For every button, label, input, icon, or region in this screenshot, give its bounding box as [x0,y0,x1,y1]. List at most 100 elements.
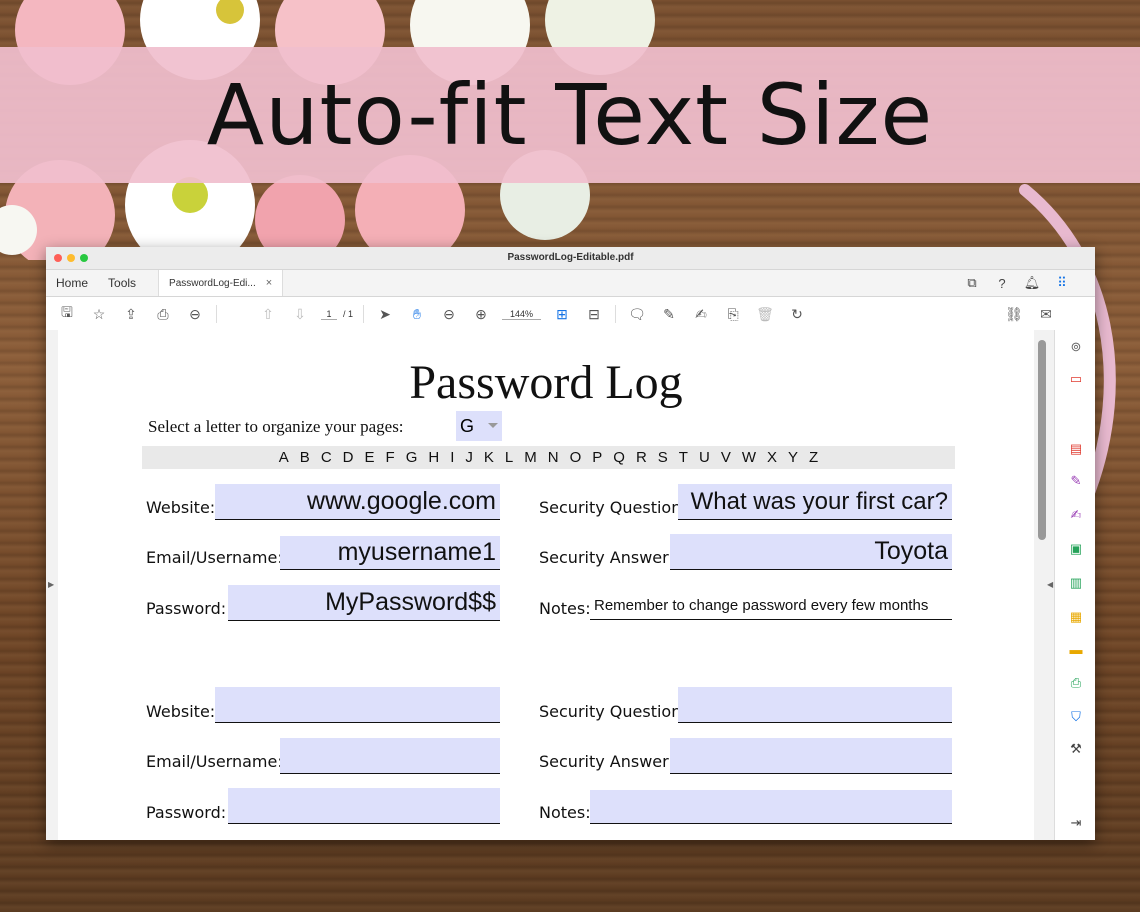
alpha-letter[interactable]: U [699,449,710,466]
website-field[interactable]: www.google.com [215,484,500,520]
email-label: Email/Username: [146,752,283,771]
close-window-button[interactable] [54,254,62,262]
fit-icon[interactable]: ⊞ [551,303,573,325]
security-question-label: Security Question: [539,498,687,517]
alpha-letter[interactable]: Y [788,449,798,466]
alpha-letter[interactable]: Z [809,449,818,466]
link-icon[interactable]: ⛓︎ [1003,303,1025,325]
alpha-letter[interactable]: T [679,449,688,466]
bell-icon[interactable]: 🔔︎ [1023,274,1041,292]
security-question-field-2[interactable] [678,687,952,723]
zoom-select[interactable]: 144% [502,309,542,320]
minus-icon[interactable]: ⊖ [438,303,460,325]
alpha-letter[interactable]: K [484,449,494,466]
alpha-letter[interactable]: S [658,449,668,466]
print-production-icon[interactable]: ⎙ [1067,674,1085,692]
password-label: Password: [146,599,227,618]
letter-dropdown[interactable]: G [456,411,502,441]
minimize-window-button[interactable] [67,254,75,262]
protect-icon[interactable]: ⛉ [1067,708,1085,726]
page-up-icon[interactable]: ⇧ [257,303,279,325]
cursor-icon[interactable]: ➤ [374,303,396,325]
trash-icon[interactable]: 🗑︎ [754,303,776,325]
zoom-out-icon[interactable]: ⊖ [184,303,206,325]
notes-field-2[interactable] [590,790,952,824]
comment-icon[interactable]: 🗨︎ [626,303,648,325]
website-field-2[interactable] [215,687,500,723]
alpha-letter[interactable]: V [721,449,731,466]
password-label: Password: [146,803,227,822]
notes-field[interactable]: Remember to change password every few mo… [590,592,952,620]
plus-icon[interactable]: ⊕ [470,303,492,325]
alpha-letter[interactable]: B [300,449,310,466]
rotate-icon[interactable]: ↻ [786,303,808,325]
security-question-label: Security Question: [539,702,687,721]
more-tools-icon[interactable]: ⚒︎ [1067,740,1085,758]
document-title: Password Log [409,356,683,409]
mail-icon[interactable]: ✉︎ [1035,303,1057,325]
alpha-letter[interactable]: N [548,449,559,466]
comment-icon[interactable]: ▬ [1067,640,1085,658]
sign-icon[interactable]: ✍︎ [690,303,712,325]
alpha-letter[interactable]: E [365,449,375,466]
apps-grid-icon[interactable]: ⠿ [1053,274,1071,292]
measure-icon[interactable]: ⊟ [583,303,605,325]
alpha-letter[interactable]: L [505,449,513,466]
prepare-form-icon[interactable]: ▦ [1067,608,1085,626]
banner-title: Auto-fit Text Size [206,66,934,164]
security-question-field[interactable]: What was your first car? [678,484,952,520]
page-down-icon[interactable]: ⇩ [289,303,311,325]
collapse-panel-icon[interactable]: ⇥ [1067,814,1085,832]
alpha-letter[interactable]: P [592,449,602,466]
document-area: ▶ Password Log Select a letter to organi… [46,330,1095,840]
pdf-page: Password Log Select a letter to organize… [58,330,1034,840]
password-field[interactable]: MyPassword$$ [228,585,500,621]
security-answer-field-2[interactable] [670,738,952,774]
alpha-letter[interactable]: A [279,449,289,466]
help-icon[interactable]: ? [993,274,1011,292]
organize-icon[interactable]: ▥ [1067,574,1085,592]
upload-icon[interactable]: ⇪ [120,303,142,325]
pen-icon[interactable]: ✎ [658,303,680,325]
alpha-letter[interactable]: R [636,449,647,466]
sign-icon[interactable]: ✍︎ [1067,506,1085,524]
share-screen-icon[interactable]: ⧉ [963,274,981,292]
alpha-letter[interactable]: O [570,449,582,466]
print-icon[interactable]: ⎙ [152,303,174,325]
page-total: / 1 [343,309,354,319]
export-pdf-icon[interactable]: ▭ [1067,370,1085,388]
alpha-letter[interactable]: G [406,449,418,466]
alpha-letter[interactable]: I [450,449,454,466]
alpha-letter[interactable]: Q [613,449,625,466]
create-pdf-icon[interactable]: ▤ [1067,440,1085,458]
hand-icon[interactable]: ✋︎ [406,303,428,325]
tab-tools[interactable]: Tools [98,276,146,290]
alpha-letter[interactable]: D [343,449,354,466]
save-icon[interactable]: 🖫 [56,303,78,325]
stamp-icon[interactable]: ⎘ [722,303,744,325]
alpha-letter[interactable]: M [524,449,537,466]
security-answer-field[interactable]: Toyota [670,534,952,570]
alpha-letter[interactable]: H [428,449,439,466]
maximize-window-button[interactable] [80,254,88,262]
email-field[interactable]: myusername1 [280,536,500,570]
left-panel-toggle-icon[interactable]: ▶ [48,580,54,589]
vertical-scrollbar[interactable] [1038,340,1046,540]
search-icon[interactable]: ⊚ [1067,338,1085,356]
alpha-letter[interactable]: F [386,449,395,466]
edit-pdf-icon[interactable]: ✎ [1067,472,1085,490]
tab-document[interactable]: PasswordLog-Edi... × [158,270,284,296]
right-tools-panel: ⊚ ▭ ▤ ✎ ✍︎ ▣ ▥ ▦ ▬ ⎙ ⛉ ⚒︎ ⇥ ◀ [1047,330,1095,840]
alpha-letter[interactable]: X [767,449,777,466]
alpha-letter[interactable]: W [742,449,756,466]
alpha-letter[interactable]: J [465,449,473,466]
page-number-input[interactable]: 1 [321,309,337,320]
combine-icon[interactable]: ▣ [1067,540,1085,558]
right-panel-toggle-icon[interactable]: ◀ [1047,580,1053,589]
tab-home[interactable]: Home [46,276,98,290]
close-tab-icon[interactable]: × [266,277,272,289]
password-field-2[interactable] [228,788,500,824]
alpha-letter[interactable]: C [321,449,332,466]
email-field-2[interactable] [280,738,500,774]
star-icon[interactable]: ☆ [88,303,110,325]
